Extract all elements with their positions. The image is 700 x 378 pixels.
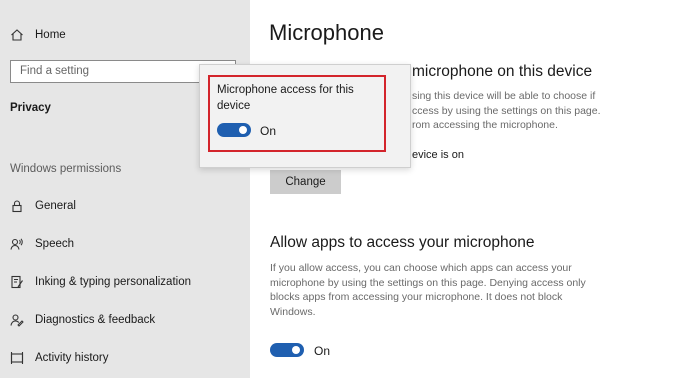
device-access-toggle[interactable]	[217, 123, 251, 137]
device-section-description: sing this device will be able to choose …	[412, 89, 601, 133]
search-placeholder: Find a setting	[20, 65, 90, 77]
device-section-heading: microphone on this device	[412, 63, 593, 80]
toggle-knob	[292, 346, 300, 354]
activity-history-icon	[10, 351, 24, 365]
desc-line: ccess by using the settings on this page…	[412, 104, 601, 117]
group-label: Windows permissions	[10, 163, 122, 175]
desc-line: sing this device will be able to choose …	[412, 90, 596, 102]
sidebar-item-label: Inking & typing personalization	[35, 276, 191, 288]
sidebar-item-inking[interactable]: Inking & typing personalization	[10, 272, 191, 292]
device-status-text: evice is on	[412, 149, 464, 161]
home-link[interactable]: Home	[10, 25, 66, 45]
sidebar-item-general[interactable]: General	[10, 196, 76, 216]
desc-line: Windows.	[270, 305, 316, 318]
sidebar-item-label: General	[35, 200, 76, 212]
sidebar-item-activity-history[interactable]: Activity history	[10, 348, 109, 368]
home-label: Home	[35, 29, 66, 41]
popup-title: Microphone access for this device	[217, 84, 354, 112]
sidebar-item-diagnostics[interactable]: Diagnostics & feedback	[10, 310, 155, 330]
desc-line: rom accessing the microphone.	[412, 119, 558, 132]
page-title: Microphone	[269, 20, 384, 45]
sidebar-item-label: Speech	[35, 238, 75, 250]
lock-icon	[10, 199, 24, 213]
inking-icon	[10, 275, 24, 289]
speech-icon	[10, 237, 24, 251]
device-access-toggle-label: On	[260, 124, 277, 138]
sidebar-item-speech[interactable]: Speech	[10, 234, 74, 254]
desc-line: blocks apps from accessing your micropho…	[270, 291, 563, 304]
apps-section-description: If you allow access, you can choose whic…	[270, 261, 586, 319]
apps-access-toggle[interactable]	[270, 343, 304, 357]
sidebar-item-label: Diagnostics & feedback	[35, 314, 156, 326]
home-icon	[10, 28, 24, 42]
apps-section-heading: Allow apps to access your microphone	[270, 234, 535, 251]
change-button[interactable]: Change	[270, 170, 341, 194]
desc-line: microphone by using the settings on this…	[270, 276, 586, 289]
sidebar-item-label: Activity history	[35, 352, 109, 364]
desc-line: If you allow access, you can choose whic…	[270, 262, 572, 274]
apps-access-toggle-label: On	[314, 344, 331, 358]
sidebar: Home Find a setting Privacy Windows perm…	[0, 0, 250, 378]
diagnostics-icon	[10, 313, 24, 327]
toggle-knob	[239, 126, 247, 134]
section-title: Privacy	[10, 102, 51, 114]
